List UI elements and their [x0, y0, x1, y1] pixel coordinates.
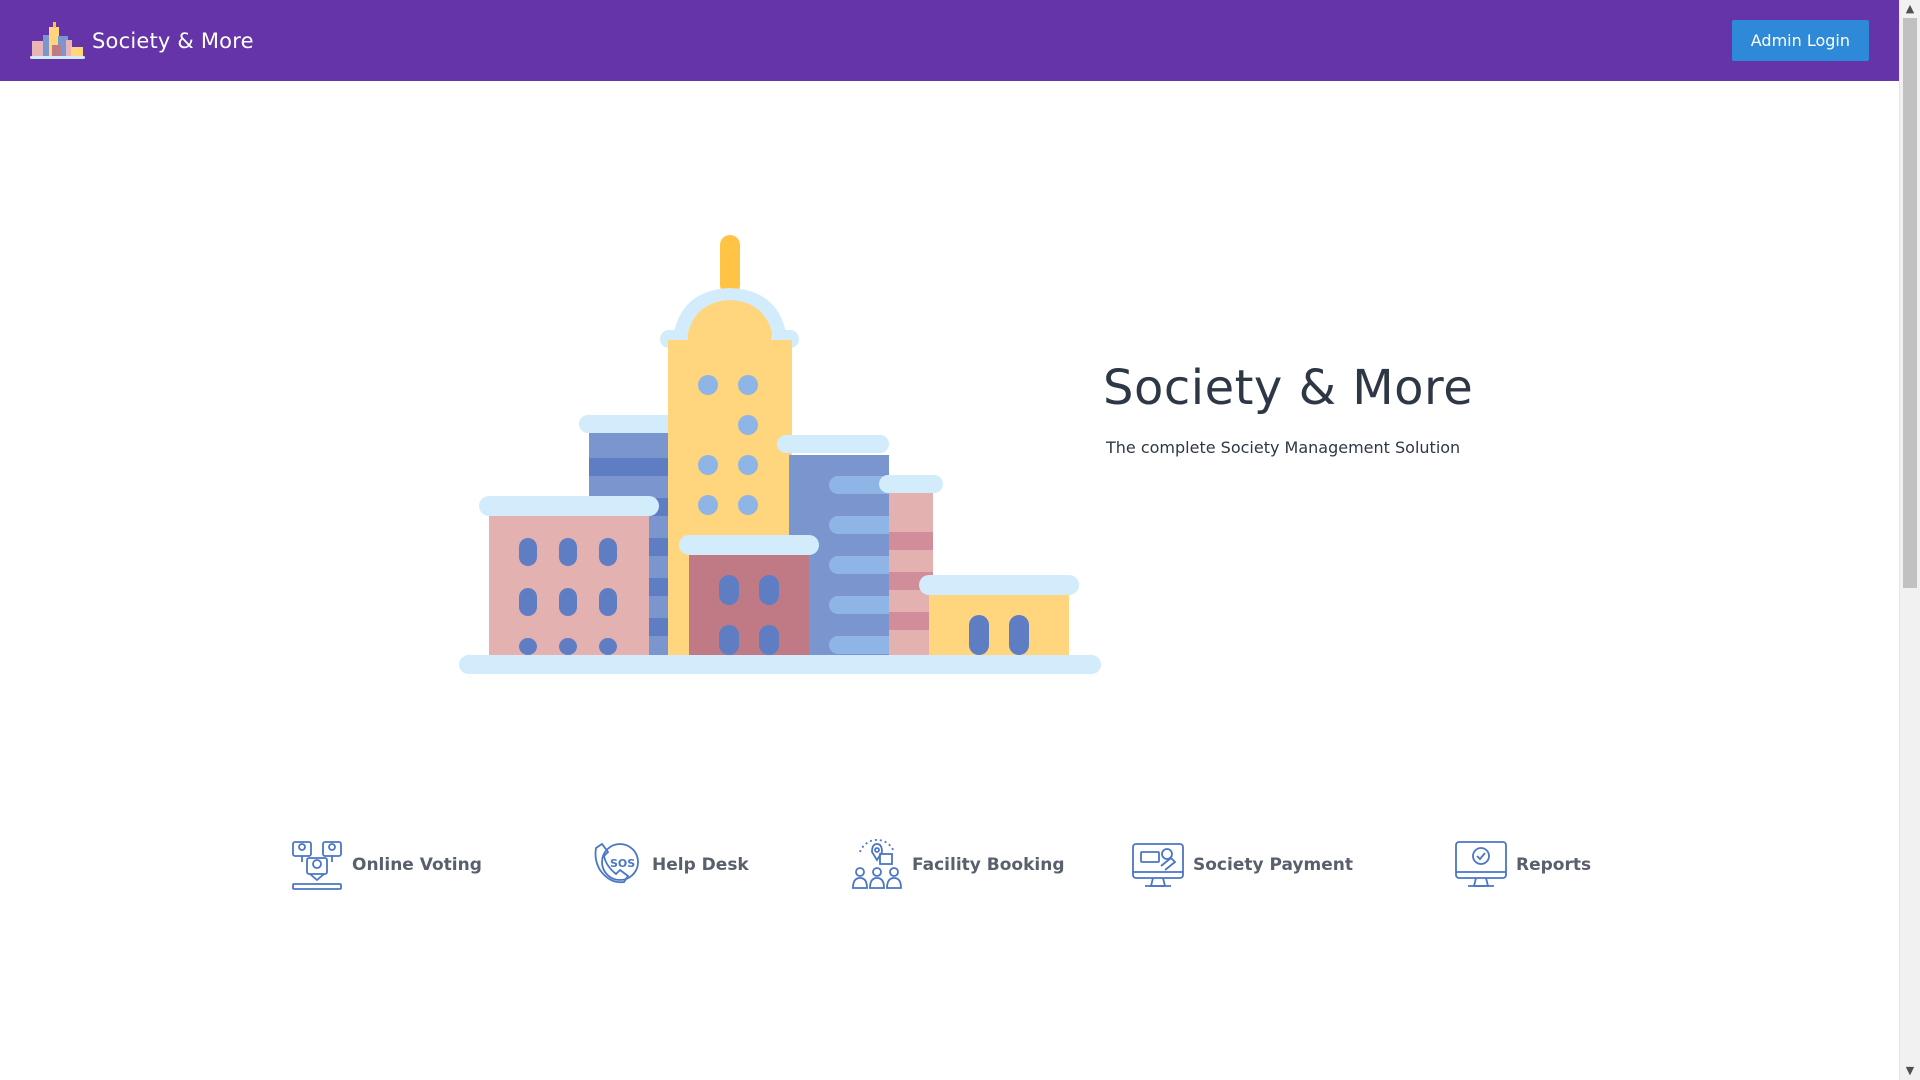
feature-label-society-payment: Society Payment [1193, 855, 1353, 875]
scroll-up-arrow-icon[interactable]: ▲ [1900, 0, 1920, 18]
feature-reports[interactable]: Reports [1454, 838, 1591, 892]
hero-text: Society & More The complete Society Mana… [1103, 360, 1523, 457]
feature-label-reports: Reports [1516, 855, 1592, 875]
scroll-down-arrow-icon[interactable]: ▼ [1900, 1062, 1920, 1080]
sos-phone-icon: SOS [594, 842, 639, 884]
feature-label-facility-booking: Facility Booking [912, 855, 1065, 875]
scrollbar-thumb[interactable] [1903, 18, 1917, 588]
admin-login-button[interactable]: Admin Login [1731, 20, 1869, 61]
brand-name: Society & More [92, 28, 254, 53]
facility-booking-icon [852, 839, 902, 889]
hero-title: Society & More [1103, 360, 1474, 416]
feature-label-online-voting: Online Voting [352, 855, 482, 875]
payment-monitor-icon [1132, 843, 1184, 887]
brand-link[interactable]: Society & More [29, 21, 254, 61]
feature-society-payment[interactable]: Society Payment [1131, 838, 1353, 892]
city-buildings-logo-icon [30, 21, 85, 59]
feature-facility-booking[interactable]: Facility Booking [850, 838, 1065, 892]
online-voting-icon [292, 841, 342, 890]
page-scrollbar[interactable]: ▲ ▼ [1899, 0, 1920, 1080]
feature-help-desk[interactable]: SOS Help Desk [590, 838, 749, 892]
feature-label-help-desk: Help Desk [652, 855, 749, 875]
city-buildings-illustration [459, 235, 1101, 674]
hero-subtitle: The complete Society Management Solution [1106, 438, 1461, 457]
feature-online-voting[interactable]: Online Voting [290, 838, 482, 892]
svg-text:SOS: SOS [610, 857, 635, 870]
top-navbar: Society & More Admin Login [0, 0, 1899, 81]
reports-monitor-icon [1455, 841, 1507, 887]
